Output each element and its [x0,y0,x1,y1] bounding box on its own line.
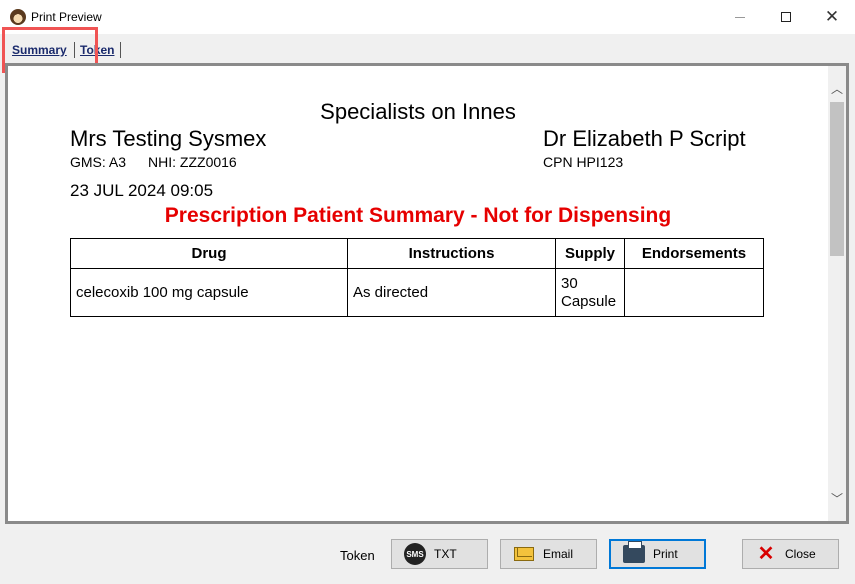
scroll-down-icon[interactable]: ﹀ [828,490,846,506]
header-drug: Drug [70,238,348,269]
cell-endorsements [624,268,764,317]
token-label: Token [340,548,375,563]
txt-button[interactable]: SMS TXT [391,539,488,569]
maximize-button[interactable] [763,0,809,34]
close-x-icon: ✕ [757,543,775,565]
envelope-icon [514,547,534,561]
scroll-thumb[interactable] [830,102,844,256]
header-endorsements: Endorsements [624,238,764,269]
close-button[interactable]: ✕ Close [742,539,839,569]
maximize-icon [781,12,791,22]
cell-instructions: As directed [347,268,556,317]
close-button-label: Close [785,547,816,561]
doctor-name: Dr Elizabeth P Script [543,126,746,151]
cell-supply: 30 Capsule [555,268,625,317]
patient-name: Mrs Testing Sysmex [70,126,267,151]
doctor-cpn: CPN HPI123 [543,154,624,170]
supply-quantity: 30 [561,274,578,292]
patient-identifiers: GMS: A3 NHI: ZZZ0016 [70,154,237,170]
prescription-table: Drug Instructions Supply Endorsements ce… [70,238,764,317]
table-header-row: Drug Instructions Supply Endorsements [70,238,764,269]
footer-toolbar: Token SMS TXT Email Print ✕ Close [0,524,855,584]
minimize-button[interactable] [717,0,763,34]
header-supply: Supply [555,238,625,269]
app-logo-icon [10,9,26,25]
prescription-date: 23 JUL 2024 09:05 [70,181,214,200]
tab-token[interactable]: Token [80,43,114,57]
print-icon-wrap [623,541,645,563]
header-instructions: Instructions [347,238,556,269]
tab-divider [120,42,121,58]
close-icon: ✕ [824,7,840,26]
table-row: celecoxib 100 mg capsule As directed 30 … [70,268,764,317]
supply-unit: Capsule [561,292,617,310]
email-button-label: Email [543,547,574,561]
txt-button-label: TXT [434,547,457,561]
tab-divider [74,42,75,58]
clinic-name: Specialists on Innes [320,99,516,124]
window-close-button[interactable]: ✕ [809,0,855,34]
window-title: Print Preview [31,10,102,24]
sms-icon: SMS [404,543,426,565]
sms-icon-wrap: SMS [404,543,426,565]
not-for-dispensing-notice: Prescription Patient Summary - Not for D… [164,204,672,227]
minimize-icon [735,16,745,18]
tab-strip: Summary Token [0,34,855,62]
printer-icon [623,541,645,563]
print-button-label: Print [653,547,678,561]
scroll-up-icon[interactable]: ︿ [828,80,846,96]
vertical-scrollbar[interactable]: ︿ ﹀ [828,66,846,521]
patient-nhi: NHI: ZZZ0016 [148,154,237,170]
print-button[interactable]: Print [609,539,706,569]
preview-page: Specialists on Innes Mrs Testing Sysmex … [8,66,828,521]
patient-gms: GMS: A3 [70,154,127,170]
cell-drug: celecoxib 100 mg capsule [70,268,348,317]
preview-frame: Specialists on Innes Mrs Testing Sysmex … [5,63,849,524]
email-button[interactable]: Email [500,539,597,569]
tab-summary[interactable]: Summary [12,43,67,57]
title-bar: Print Preview ✕ [0,0,855,34]
email-icon-wrap [513,545,535,563]
